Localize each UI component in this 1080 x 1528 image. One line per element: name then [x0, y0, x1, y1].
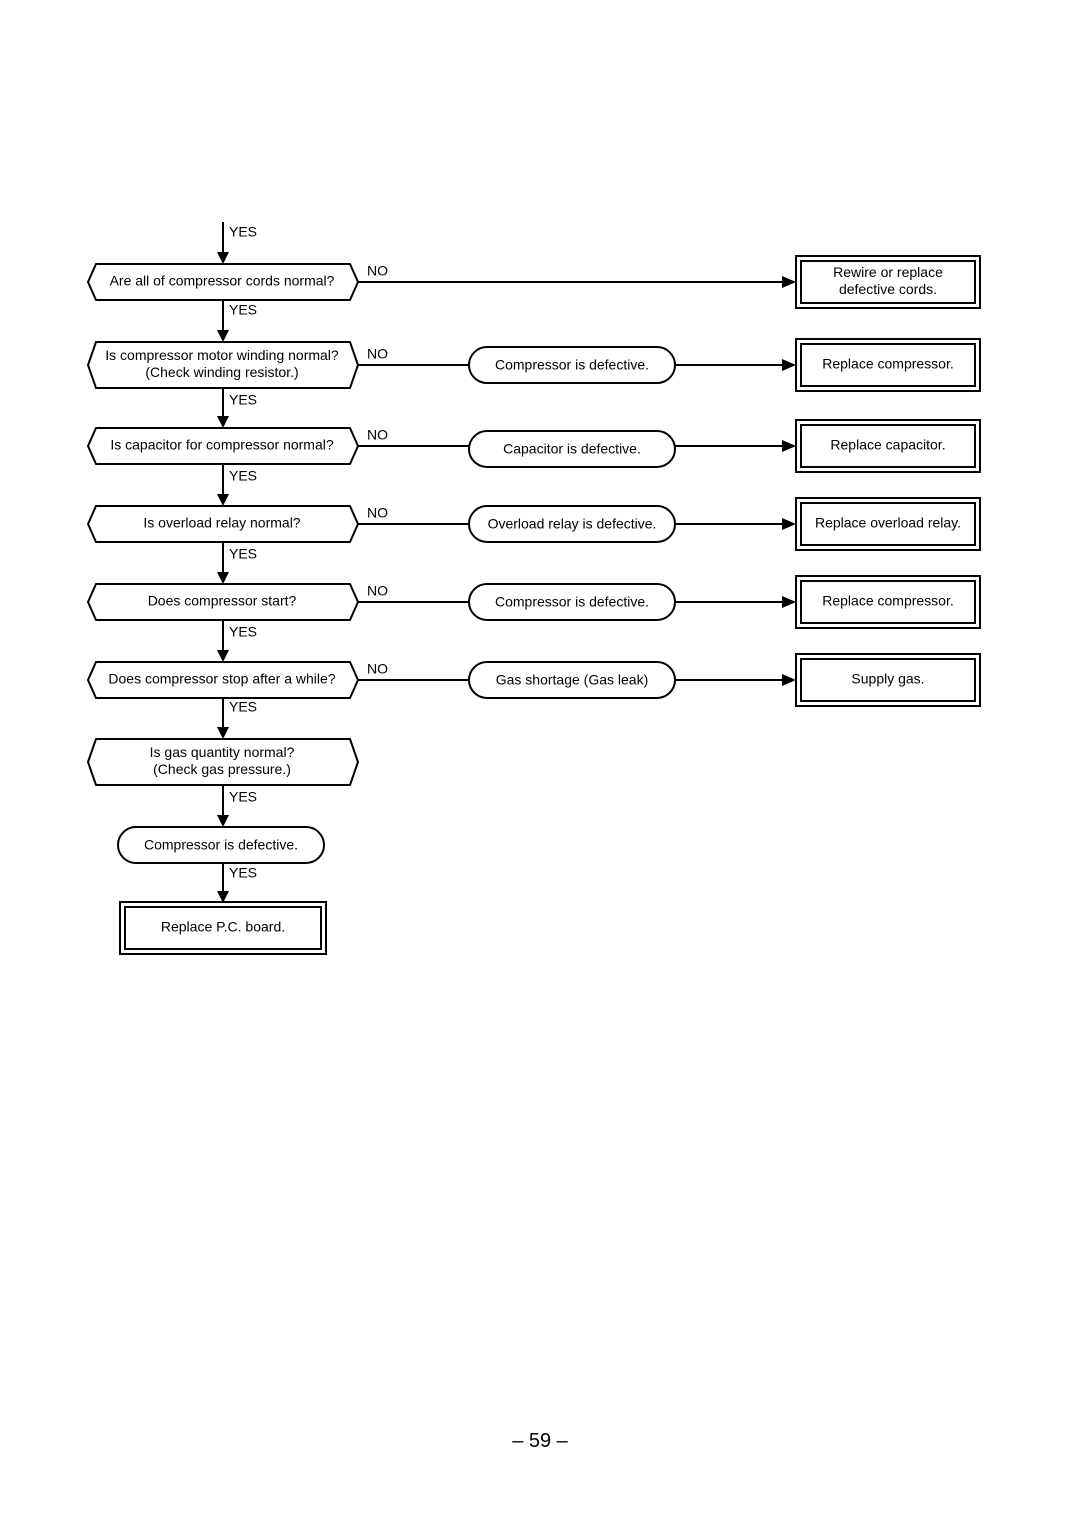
action-text-line: Replace overload relay. [815, 515, 961, 531]
decision-node-7: Is gas quantity normal?(Check gas pressu… [86, 738, 360, 786]
decision-node-2: Is compressor motor winding normal?(Chec… [86, 341, 360, 389]
decision-node-3: Is capacitor for compressor normal? [86, 427, 360, 465]
yes-label: YES [229, 224, 257, 240]
no-label: NO [367, 427, 388, 443]
terminal-text: Compressor is defective. [144, 837, 298, 853]
yes-arrow-6 [217, 698, 229, 739]
no-label: NO [367, 661, 388, 677]
diagnosis-node-3: Capacitor is defective. [468, 430, 676, 468]
decision-node-6: Does compressor stop after a while? [86, 661, 360, 699]
final-diagnosis-node: Compressor is defective. [117, 826, 325, 864]
yes-label: YES [229, 624, 257, 640]
yes-arrow-3 [217, 464, 229, 506]
decision-text-line: Is compressor motor winding normal? [105, 347, 339, 363]
decision-text-line: Is overload relay normal? [143, 515, 300, 531]
action-node-6: Supply gas. [795, 653, 981, 707]
action-text-line: Replace compressor. [822, 356, 954, 372]
decision-text-line: (Check gas pressure.) [153, 761, 291, 777]
action-node-2: Replace compressor. [795, 338, 981, 392]
terminal-text: Compressor is defective. [495, 357, 649, 373]
arrowhead-icon [782, 518, 796, 530]
decision-text-line: Is capacitor for compressor normal? [110, 437, 334, 453]
yes-arrow-5 [217, 620, 229, 662]
action-text-line: Replace capacitor. [830, 437, 945, 453]
decision-node-4: Is overload relay normal? [86, 505, 360, 543]
arrowhead-icon [217, 815, 229, 827]
decision-text-line: (Check winding resistor.) [145, 364, 298, 380]
decision-text-line: Are all of compressor cords normal? [110, 273, 335, 289]
diagnosis-arrow-2 [675, 359, 796, 371]
arrowhead-icon [217, 252, 229, 264]
entry-arrow [217, 222, 229, 264]
action-node-3: Replace capacitor. [795, 419, 981, 473]
yes-arrow-2 [217, 388, 229, 428]
decision-text-line: Does compressor stop after a while? [108, 671, 335, 687]
diagnosis-node-6: Gas shortage (Gas leak) [468, 661, 676, 699]
arrowhead-icon [217, 330, 229, 342]
decision-text-line: Does compressor start? [148, 593, 297, 609]
no-arrow-1 [358, 276, 796, 288]
arrowhead-icon [782, 674, 796, 686]
diagnosis-arrow-5 [675, 596, 796, 608]
yes-arrow-4 [217, 542, 229, 584]
yes-label: YES [229, 789, 257, 805]
yes-label: YES [229, 468, 257, 484]
action-node-5: Replace compressor. [795, 575, 981, 629]
yes-label: YES [229, 699, 257, 715]
terminal-text: Gas shortage (Gas leak) [496, 672, 649, 688]
page-number: – 59 – [512, 1430, 568, 1452]
decision-node-1: Are all of compressor cords normal? [86, 263, 360, 301]
arrowhead-icon [782, 276, 796, 288]
arrowhead-icon [782, 596, 796, 608]
diagnosis-node-4: Overload relay is defective. [468, 505, 676, 543]
arrowhead-icon [782, 440, 796, 452]
arrowhead-icon [217, 572, 229, 584]
diagnosis-node-5: Compressor is defective. [468, 583, 676, 621]
arrowhead-icon [217, 494, 229, 506]
diagnosis-node-2: Compressor is defective. [468, 346, 676, 384]
terminal-text: Compressor is defective. [495, 594, 649, 610]
arrowhead-icon [217, 650, 229, 662]
yes-arrow-7 [217, 785, 229, 827]
yes-arrow-1 [217, 300, 229, 342]
action-text-line: Rewire or replace [833, 264, 943, 280]
action-text-line: defective cords. [839, 281, 937, 297]
action-text-line: Replace compressor. [822, 593, 954, 609]
yes-arrow-8 [217, 863, 229, 903]
final-action-node: Replace P.C. board. [119, 901, 327, 955]
no-label: NO [367, 583, 388, 599]
yes-label: YES [229, 302, 257, 318]
no-label: NO [367, 263, 388, 279]
diagnosis-arrow-3 [675, 440, 796, 452]
terminal-text: Capacitor is defective. [503, 441, 641, 457]
yes-label: YES [229, 392, 257, 408]
yes-label: YES [229, 865, 257, 881]
action-text-line: Replace P.C. board. [161, 919, 285, 935]
action-node-1: Rewire or replacedefective cords. [795, 255, 981, 309]
action-text-line: Supply gas. [851, 671, 924, 687]
arrowhead-icon [782, 359, 796, 371]
diagnosis-arrow-4 [675, 518, 796, 530]
troubleshooting-flowchart: YES Are all of compressor cords normal? Is… [86, 222, 981, 955]
terminal-text: Overload relay is defective. [488, 516, 657, 532]
arrowhead-icon [217, 416, 229, 428]
no-label: NO [367, 505, 388, 521]
yes-label: YES [229, 546, 257, 562]
arrowhead-icon [217, 727, 229, 739]
action-node-4: Replace overload relay. [795, 497, 981, 551]
no-label: NO [367, 346, 388, 362]
diagnosis-arrow-6 [675, 674, 796, 686]
decision-node-5: Does compressor start? [86, 583, 360, 621]
decision-text-line: Is gas quantity normal? [150, 744, 295, 760]
